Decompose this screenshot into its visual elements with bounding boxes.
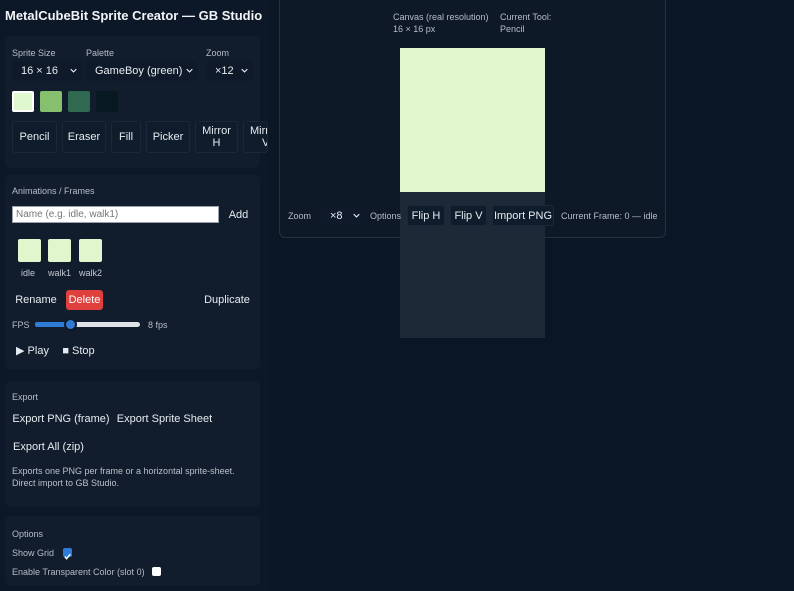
fps-slider[interactable] [35, 318, 140, 331]
frame-label: idle [21, 268, 36, 278]
import-png-button[interactable]: Import PNG [492, 205, 554, 226]
add-frame-button[interactable]: Add [224, 205, 253, 224]
zoom-label: Zoom [206, 48, 230, 58]
flip-h-button[interactable]: Flip H [407, 205, 445, 226]
stop-button[interactable]: ■ Stop [59, 340, 98, 361]
checkmark-icon [64, 553, 71, 560]
fill-tool-button[interactable]: Fill [111, 121, 141, 153]
current-tool-label: Current Tool: [500, 12, 552, 22]
current-tool-value: Pencil [500, 24, 525, 34]
canvas-zoom-label: Zoom [288, 211, 312, 221]
sprite-size-select[interactable]: 16 × 16 [12, 61, 82, 81]
rename-frame-button[interactable]: Rename [12, 290, 60, 310]
palette-swatch-1[interactable] [40, 91, 62, 112]
canvas-resolution-label: Canvas (real resolution) [393, 12, 489, 22]
sprite-size-value: 16 × 16 [21, 65, 59, 77]
delete-frame-button[interactable]: Delete [66, 290, 103, 310]
canvas-resolution-value: 16 × 16 px [393, 24, 436, 34]
duplicate-frame-button[interactable]: Duplicate [201, 290, 253, 310]
sprite-canvas[interactable] [400, 48, 545, 192]
zoom-value: ×12 [215, 65, 234, 77]
show-grid-checkbox[interactable] [63, 548, 72, 560]
fps-value: 8 fps [148, 320, 168, 330]
palette-value: GameBoy (green) [95, 65, 183, 77]
palette-label: Palette [86, 48, 115, 58]
chevron-down-icon [186, 68, 193, 73]
fps-label: FPS [12, 320, 30, 330]
transparent-color-checkbox[interactable] [152, 567, 161, 576]
flip-v-button[interactable]: Flip V [450, 205, 487, 226]
mirror-v-label-line2: V [250, 137, 267, 149]
sidebar-scrollbar[interactable] [268, 0, 279, 591]
zoom-select[interactable]: ×12 [206, 61, 253, 81]
mirror-v-button[interactable]: Mirror V [243, 121, 268, 153]
app-title: MetalCubeBit Sprite Creator — GB Studio [5, 8, 263, 23]
mirror-h-button[interactable]: Mirror H [195, 121, 238, 153]
export-heading: Export [12, 392, 39, 402]
transparent-color-label: Enable Transparent Color (slot 0) [12, 567, 145, 577]
sprite-size-label: Sprite Size [12, 48, 56, 58]
animations-heading: Animations / Frames [12, 186, 95, 196]
picker-tool-button[interactable]: Picker [146, 121, 190, 153]
play-button[interactable]: ▶ Play [12, 340, 53, 361]
export-all-zip-button[interactable]: Export All (zip) [12, 437, 85, 457]
current-frame-label: Current Frame: 0 — idle [561, 211, 658, 221]
eraser-tool-button[interactable]: Eraser [62, 121, 106, 153]
frame-name-input[interactable]: Name (e.g. idle, walk1) [12, 206, 219, 223]
chevron-down-icon [353, 213, 360, 218]
palette-select[interactable]: GameBoy (green) [86, 61, 198, 81]
frame-thumb-idle[interactable] [18, 239, 41, 262]
export-sprite-sheet-button[interactable]: Export Sprite Sheet [116, 409, 213, 429]
export-help-line: Exports one PNG per frame or a horizonta… [12, 466, 235, 476]
pencil-tool-button[interactable]: Pencil [12, 121, 57, 153]
canvas-zoom-select[interactable]: ×8 [321, 206, 365, 226]
export-png-frame-button[interactable]: Export PNG (frame) [12, 409, 110, 429]
options-heading: Options [12, 529, 44, 539]
palette-swatch-2[interactable] [68, 91, 90, 112]
palette-swatch-0[interactable] [12, 91, 34, 112]
frame-thumb-walk2[interactable] [79, 239, 102, 262]
mirror-h-label-line2: H [212, 137, 221, 149]
frame-thumb-walk1[interactable] [48, 239, 71, 262]
chevron-down-icon [241, 68, 248, 73]
canvas-options-label: Options [370, 211, 402, 221]
export-help-line: Direct import to GB Studio. [12, 478, 120, 488]
frame-label: walk1 [48, 268, 72, 278]
mirror-v-label-line1: Mirror [250, 125, 267, 137]
fps-slider-thumb[interactable] [63, 318, 77, 331]
show-grid-label: Show Grid [12, 548, 55, 558]
palette-swatch-3[interactable] [96, 91, 118, 112]
frame-label: walk2 [79, 268, 103, 278]
mirror-h-label-line1: Mirror [202, 125, 231, 137]
chevron-down-icon [70, 68, 77, 73]
export-help-text: Exports one PNG per frame or a horizonta… [12, 465, 257, 489]
canvas-zoom-value: ×8 [330, 210, 343, 222]
